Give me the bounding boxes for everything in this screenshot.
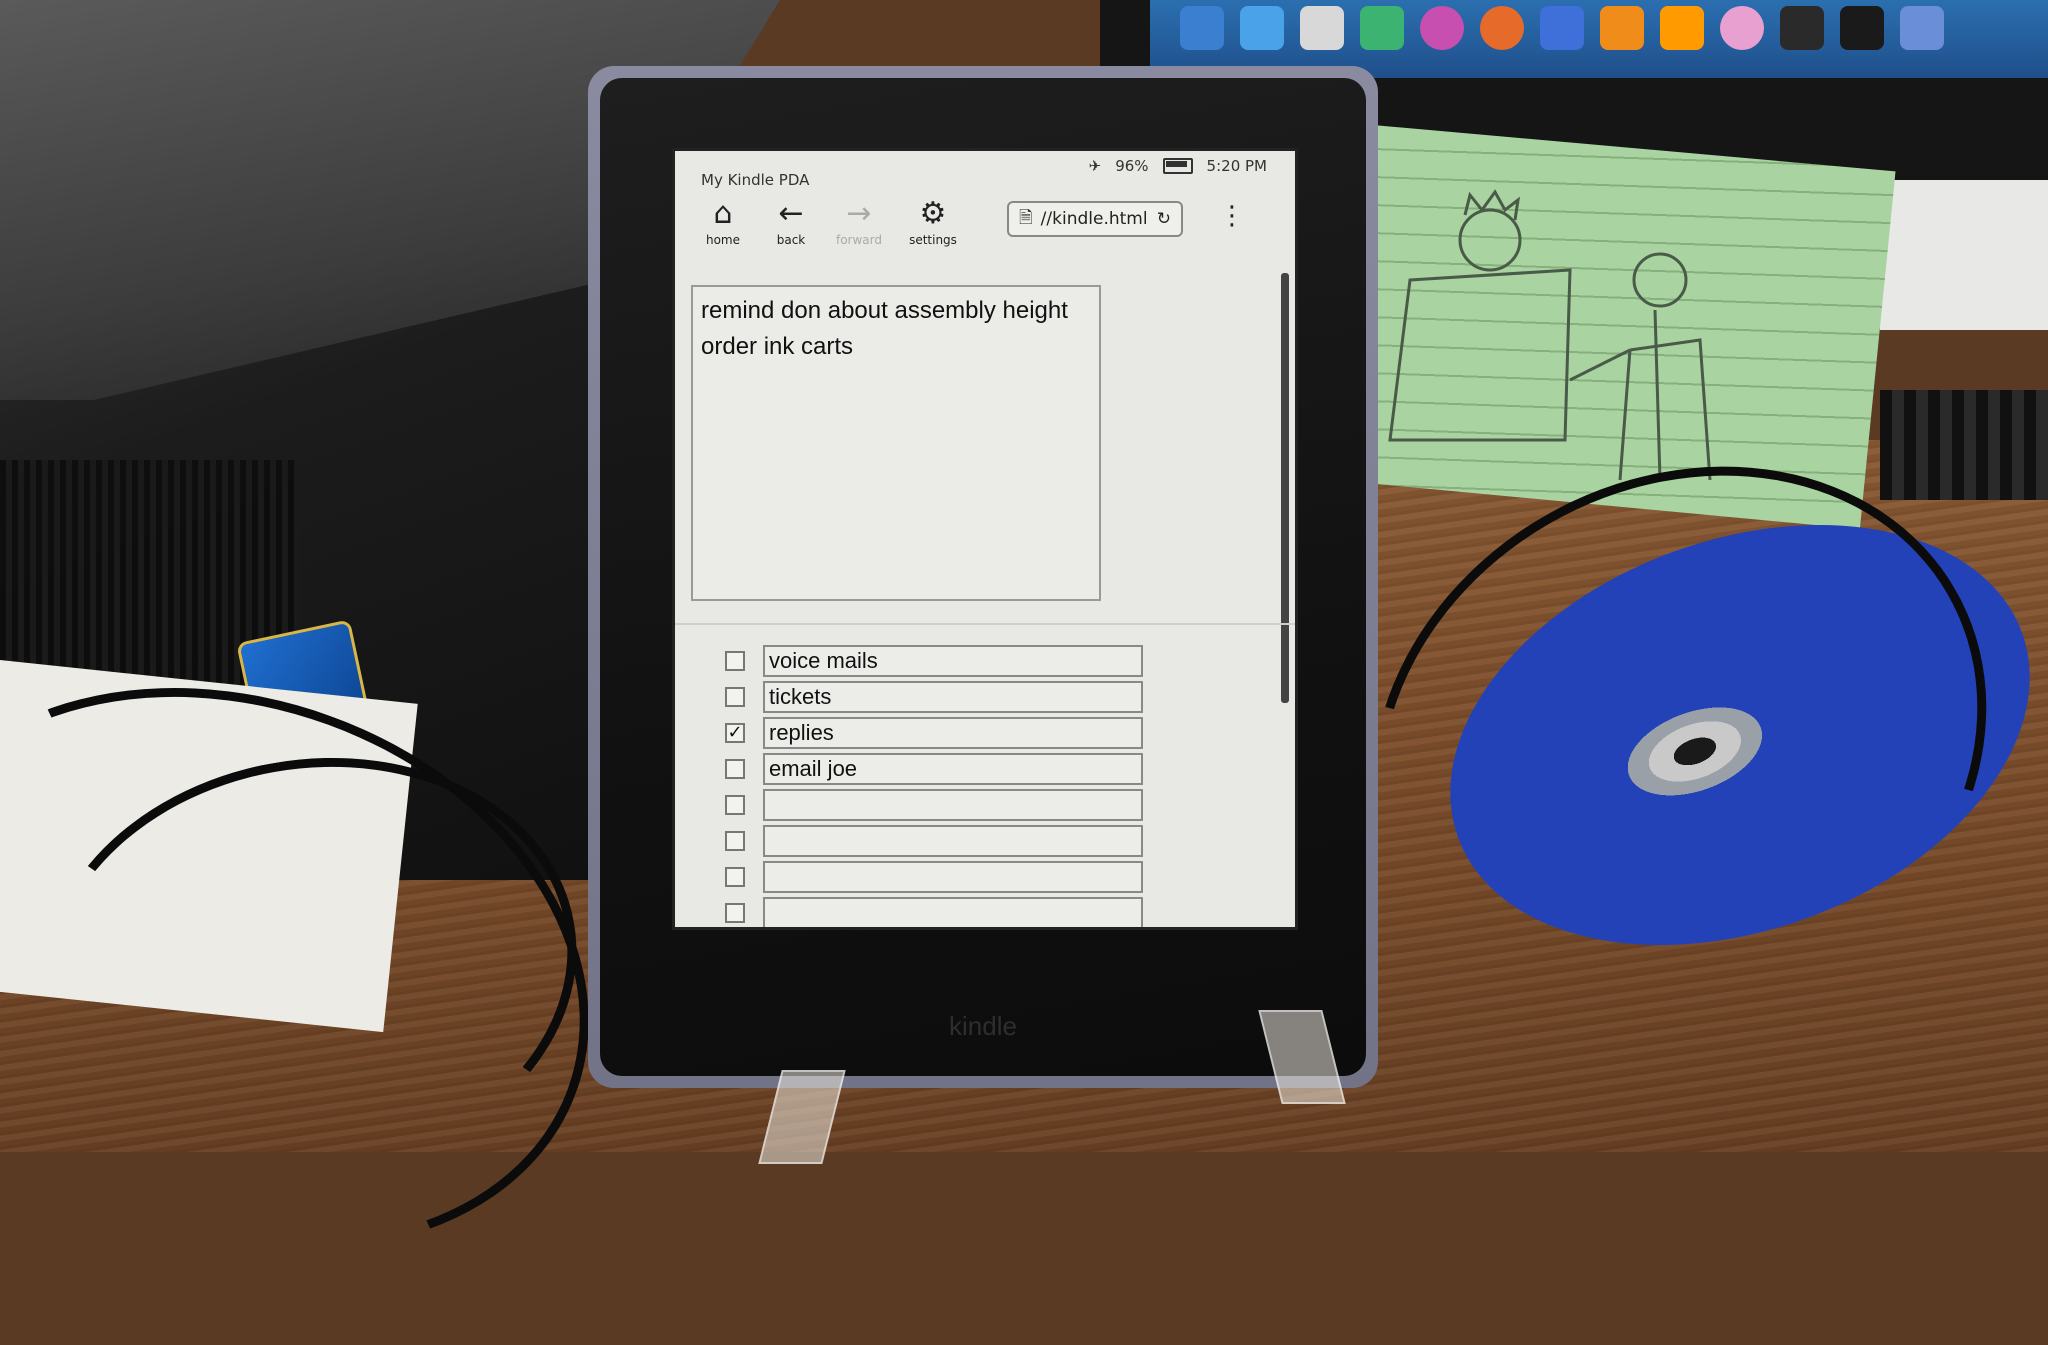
checkbox[interactable] xyxy=(725,687,745,707)
checkbox[interactable] xyxy=(725,651,745,671)
reload-icon[interactable]: ↻ xyxy=(1157,209,1171,229)
checklist-item-field[interactable]: tickets xyxy=(763,681,1143,713)
taskbar-app-icon xyxy=(1600,6,1644,50)
status-bar: My Kindle PDA ✈ 96% 5:20 PM xyxy=(675,151,1295,195)
app-title: My Kindle PDA xyxy=(701,171,810,189)
checkbox-checked[interactable]: ✓ xyxy=(725,723,745,743)
checkbox[interactable] xyxy=(725,831,745,851)
kindle-screen: My Kindle PDA ✈ 96% 5:20 PM ⌂ home ← bac… xyxy=(672,148,1298,930)
scrollbar[interactable] xyxy=(1281,273,1289,703)
taskbar-app-icon xyxy=(1780,6,1824,50)
browser-toolbar: ⌂ home ← back → forward ⚙ settings 🗎 //k… xyxy=(675,191,1295,263)
checklist: voice mails tickets ✓ replies email joe xyxy=(725,645,1185,927)
forward-button[interactable]: → forward xyxy=(819,197,899,259)
notes-textarea[interactable]: remind don about assembly height order i… xyxy=(691,285,1101,601)
stick-figure-drawing xyxy=(1388,189,1712,481)
taskbar-app-icon xyxy=(1480,6,1524,50)
checklist-row: email joe xyxy=(725,753,1185,789)
kindle-device: My Kindle PDA ✈ 96% 5:20 PM ⌂ home ← bac… xyxy=(600,78,1366,1076)
taskbar-app-icon xyxy=(1720,6,1764,50)
taskbar-app-icon xyxy=(1900,6,1944,50)
divider xyxy=(675,623,1295,625)
kindle-logo: kindle xyxy=(949,1011,1017,1041)
taskbar-app-icon xyxy=(1660,6,1704,50)
paper-stack xyxy=(1880,180,2048,330)
checklist-row xyxy=(725,825,1185,861)
gear-icon: ⚙ xyxy=(919,196,947,231)
checklist-item-field[interactable]: email joe xyxy=(763,753,1143,785)
checklist-item-field[interactable] xyxy=(763,897,1143,927)
web-page: remind don about assembly height order i… xyxy=(675,263,1295,927)
address-bar[interactable]: 🗎 //kindle.html ↻ xyxy=(1007,201,1183,237)
forward-arrow-icon: → xyxy=(846,196,872,231)
url-text: //kindle.html xyxy=(1040,209,1148,229)
checklist-item-field[interactable] xyxy=(763,789,1143,821)
checklist-item-field[interactable]: voice mails xyxy=(763,645,1143,677)
taskbar-app-icon xyxy=(1360,6,1404,50)
more-vertical-icon[interactable]: ⋮ xyxy=(1219,201,1245,241)
photo-scene: My Kindle PDA ✈ 96% 5:20 PM ⌂ home ← bac… xyxy=(0,0,2048,1345)
settings-button[interactable]: ⚙ settings xyxy=(893,197,973,259)
battery-percent: 96% xyxy=(1115,157,1149,175)
checklist-row xyxy=(725,897,1185,927)
heatsink xyxy=(1880,390,2048,500)
clock: 5:20 PM xyxy=(1206,157,1267,175)
checklist-row xyxy=(725,789,1185,825)
checklist-row xyxy=(725,861,1185,897)
checklist-item-field[interactable] xyxy=(763,861,1143,893)
checklist-item-field[interactable] xyxy=(763,825,1143,857)
checkbox[interactable] xyxy=(725,759,745,779)
checklist-row: voice mails xyxy=(725,645,1185,681)
checklist-item-field[interactable]: replies xyxy=(763,717,1143,749)
checkbox[interactable] xyxy=(725,867,745,887)
taskbar-app-icon xyxy=(1240,6,1284,50)
taskbar-app-icon xyxy=(1840,6,1884,50)
battery-icon xyxy=(1162,158,1193,174)
taskbar-app-icon xyxy=(1420,6,1464,50)
taskbar-app-icon xyxy=(1180,6,1224,50)
taskbar-app-icon xyxy=(1300,6,1344,50)
checkbox[interactable] xyxy=(725,795,745,815)
taskbar-app-icon xyxy=(1540,6,1584,50)
airplane-icon: ✈ xyxy=(1088,157,1102,175)
checkbox[interactable] xyxy=(725,903,745,923)
checklist-row: ✓ replies xyxy=(725,717,1185,753)
document-icon: 🗎 xyxy=(1019,207,1033,228)
checklist-row: tickets xyxy=(725,681,1185,717)
